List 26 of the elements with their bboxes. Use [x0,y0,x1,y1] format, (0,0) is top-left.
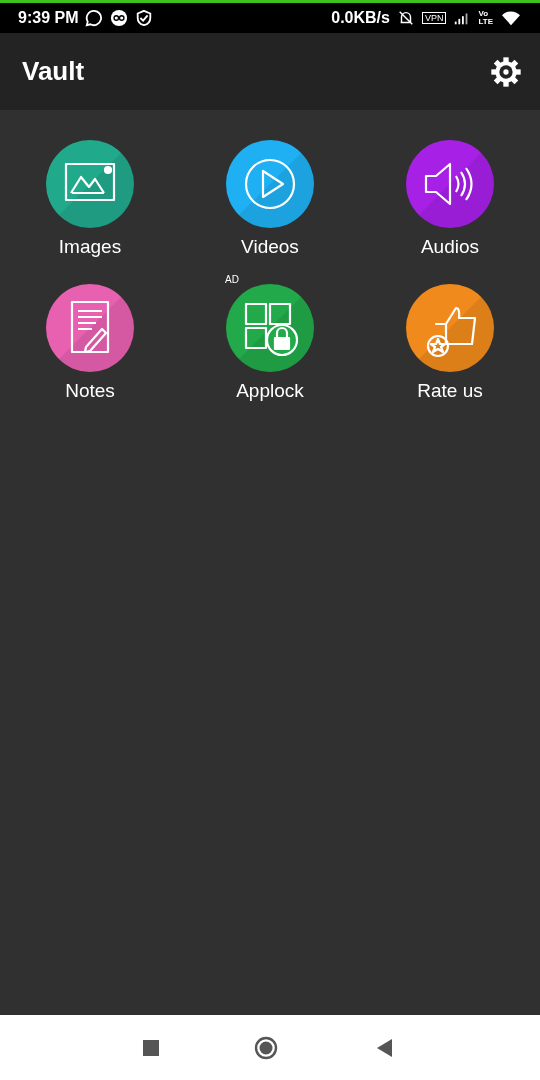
app-title: Vault [22,56,85,87]
lock-icon[interactable] [226,284,314,372]
recents-icon[interactable] [143,1039,159,1056]
item-label[interactable]: Videos [241,236,299,258]
speaker-icon[interactable] [406,140,494,228]
play-icon[interactable] [226,140,314,228]
item-label[interactable]: Audios [420,236,480,258]
volte-indicator: Vo LTE [478,10,493,26]
status-time: 9:39 PM [18,9,79,27]
thumbs-up-icon[interactable] [406,284,494,372]
item-label[interactable]: Notes [65,380,115,402]
settings-icon[interactable] [490,55,522,88]
home-icon[interactable] [254,1035,278,1060]
wifi-icon [500,9,522,27]
shield-icon [135,9,154,27]
item-label[interactable]: Applock [236,380,304,402]
item-label[interactable]: Rate us [417,380,483,402]
muted-bell-icon [396,9,415,27]
note-icon[interactable] [46,284,134,372]
image-icon[interactable] [46,140,134,228]
vpn-indicator: VPN [421,12,447,24]
ad-label: AD [225,274,239,285]
item-label[interactable]: Images [58,236,122,258]
go-icon [110,9,129,27]
chat-icon [85,9,104,27]
network-speed: 0.0KB/s [331,9,390,27]
